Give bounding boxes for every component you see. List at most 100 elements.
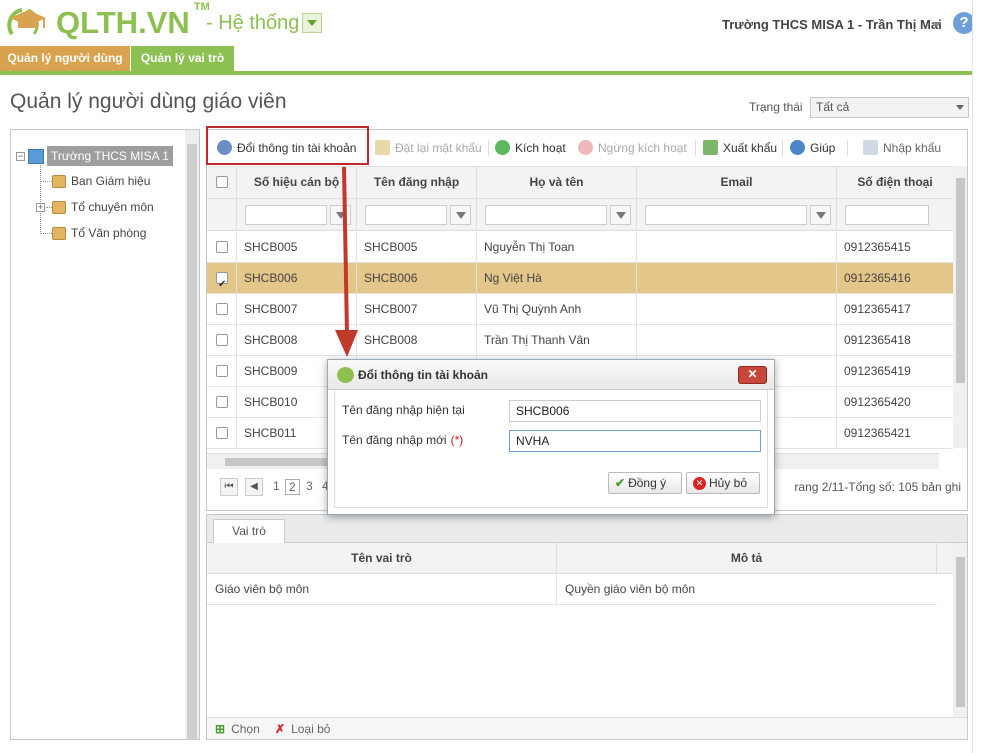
first-page-button[interactable]: ⏮ [220, 478, 238, 496]
filter-icon[interactable] [450, 205, 471, 225]
activate-button[interactable]: Kích hoạt [495, 140, 566, 155]
table-cell-phone: 0912365415 [844, 240, 911, 254]
import-button[interactable]: Nhập khẩu [863, 140, 941, 155]
table-row[interactable]: SHCB006SHCB006Ng Việt Hà0912365416 [207, 263, 953, 294]
graduation-cap-icon [4, 4, 52, 42]
role-description: Quyền giáo viên bộ môn [565, 582, 696, 596]
grid-vertical-scrollbar[interactable] [953, 166, 967, 448]
row-checkbox[interactable] [216, 365, 228, 377]
deactivate-button[interactable]: Ngừng kích hoạt [578, 140, 687, 155]
close-icon[interactable]: ✕ [738, 366, 767, 384]
remove-icon: ✗ [275, 722, 286, 736]
logo[interactable]: QLTH.VN TM [4, 1, 210, 42]
tree-item-label: Tổ chuyên môn [71, 200, 154, 214]
checkbox-cell [207, 263, 237, 293]
table-cell-phone: 0912365418 [844, 333, 911, 347]
filter-input[interactable] [845, 205, 929, 225]
filter-input[interactable] [645, 205, 807, 225]
check-circle-icon [495, 140, 510, 155]
tree-item-to-chuyen-mon[interactable]: + Tổ chuyên môn [36, 200, 154, 214]
tree-item-to-van-phong[interactable]: Tổ Văn phòng [52, 226, 146, 240]
table-cell-name: Vũ Thị Quỳnh Anh [477, 294, 637, 324]
row-checkbox[interactable] [216, 396, 228, 408]
column-header[interactable]: Mô tả [557, 543, 937, 573]
tab-role[interactable]: Vai trò [213, 519, 285, 543]
column-header[interactable]: Họ và tên [477, 167, 637, 198]
button-label: Đặt lại mật khẩu [395, 140, 482, 155]
button-label: Loại bỏ [291, 722, 331, 736]
new-username-label: Tên đăng nhập mới (*) [342, 433, 463, 447]
current-username-field[interactable]: SHCB006 [509, 400, 761, 422]
table-row[interactable]: SHCB008 SHCB008 Trần Thị Thanh Vân 09123654… [207, 325, 953, 356]
table-cell-username: SHCB005 [357, 232, 477, 262]
current-username-label: Tên đăng nhập hiện tại [342, 403, 465, 417]
dialog-titlebar[interactable]: Đổi thông tin tài khoản ✕ [328, 360, 774, 390]
select-all-cell [207, 167, 237, 198]
tab-roles[interactable]: Quản lý vai trò [131, 46, 234, 71]
page-link[interactable]: 3 [306, 479, 313, 493]
toolbar-separator [695, 140, 696, 156]
scroll-thumb[interactable] [956, 178, 965, 383]
reset-password-button[interactable]: Đặt lại mật khẩu [375, 140, 482, 155]
table-cell-username: SHCB006 [357, 263, 477, 293]
row-checkbox[interactable] [216, 241, 228, 253]
export-icon [703, 140, 718, 155]
page-scrollbar[interactable] [972, 0, 989, 753]
page-link[interactable]: 1 [273, 479, 280, 493]
folder-icon [52, 200, 66, 214]
export-button[interactable]: Xuất khẩu [703, 140, 777, 155]
row-checkbox[interactable] [216, 427, 228, 439]
tree-root-label: Trường THCS MISA 1 [47, 146, 173, 166]
collapse-icon[interactable]: − [16, 151, 25, 161]
select-role-button[interactable]: ⊞ Chọn [215, 722, 260, 736]
tab-users[interactable]: Quản lý người dùng [0, 46, 130, 71]
column-header[interactable]: Số điện thoại [837, 167, 953, 198]
column-header[interactable]: Tên vai trò [207, 543, 557, 573]
scroll-thumb[interactable] [225, 458, 335, 466]
ok-button[interactable]: ✔ Đồng ý [608, 472, 682, 494]
row-checkbox[interactable] [216, 270, 228, 293]
filter-input[interactable] [245, 205, 327, 225]
new-username-field[interactable]: NVHA [509, 430, 761, 452]
scroll-thumb[interactable] [187, 144, 197, 740]
table-row[interactable]: SHCB005 SHCB005 Nguyễn Thị Toan 0912365415 [207, 232, 953, 263]
scroll-thumb[interactable] [956, 557, 965, 707]
column-header[interactable]: Email [637, 167, 837, 198]
tree-connector [40, 162, 41, 234]
tree-root[interactable]: − Trường THCS MISA 1 [16, 146, 173, 166]
button-label: Kích hoạt [515, 140, 566, 155]
tree-scrollbar[interactable] [185, 130, 199, 740]
select-all-checkbox[interactable] [216, 176, 228, 188]
table-cell-username: SHCB007 [357, 294, 477, 324]
table-cell-phone: 0912365420 [844, 395, 911, 409]
label-text: Tên đăng nhập mới [342, 433, 447, 447]
filter-input[interactable] [365, 205, 447, 225]
current-page[interactable]: 2 [285, 479, 300, 495]
folder-icon [52, 226, 66, 240]
filter-icon[interactable] [810, 205, 831, 225]
cancel-button[interactable]: ✕ Hủy bỏ [686, 472, 760, 494]
lock-icon [375, 140, 390, 155]
row-checkbox[interactable] [216, 303, 228, 315]
filter-input[interactable] [485, 205, 607, 225]
button-label: Nhập khẩu [883, 140, 942, 155]
table-cell-email [637, 294, 837, 324]
table-row[interactable]: SHCB007 SHCB007 Vũ Thị Quỳnh Anh 0912365417 [207, 294, 953, 325]
column-header[interactable]: Tên đăng nhập [357, 167, 477, 198]
remove-role-button[interactable]: ✗ Loại bỏ [275, 722, 330, 736]
change-account-dialog: Đổi thông tin tài khoản ✕ Tên đăng nhập … [327, 359, 775, 515]
tree-item-ban-giam-hieu[interactable]: Ban Giám hiệu [52, 174, 150, 188]
role-scrollbar[interactable] [953, 543, 967, 719]
status-select[interactable]: Tất cả [810, 97, 969, 118]
row-checkbox[interactable] [216, 334, 228, 346]
user-menu[interactable]: Trường THCS MISA 1 - Trần Thị Mai [722, 17, 942, 32]
expand-icon[interactable]: + [36, 202, 45, 212]
filter-icon[interactable] [610, 205, 631, 225]
table-cell-email [637, 232, 837, 262]
role-name: Giáo viên bộ môn [207, 575, 557, 604]
prev-page-button[interactable]: ◀ [245, 478, 263, 496]
chevron-down-icon[interactable] [933, 22, 941, 27]
role-row[interactable]: Giáo viên bộ môn Quyền giáo viên bộ môn [207, 575, 937, 605]
help-button[interactable]: Giúp [790, 140, 835, 155]
system-dropdown-button[interactable] [302, 13, 322, 33]
